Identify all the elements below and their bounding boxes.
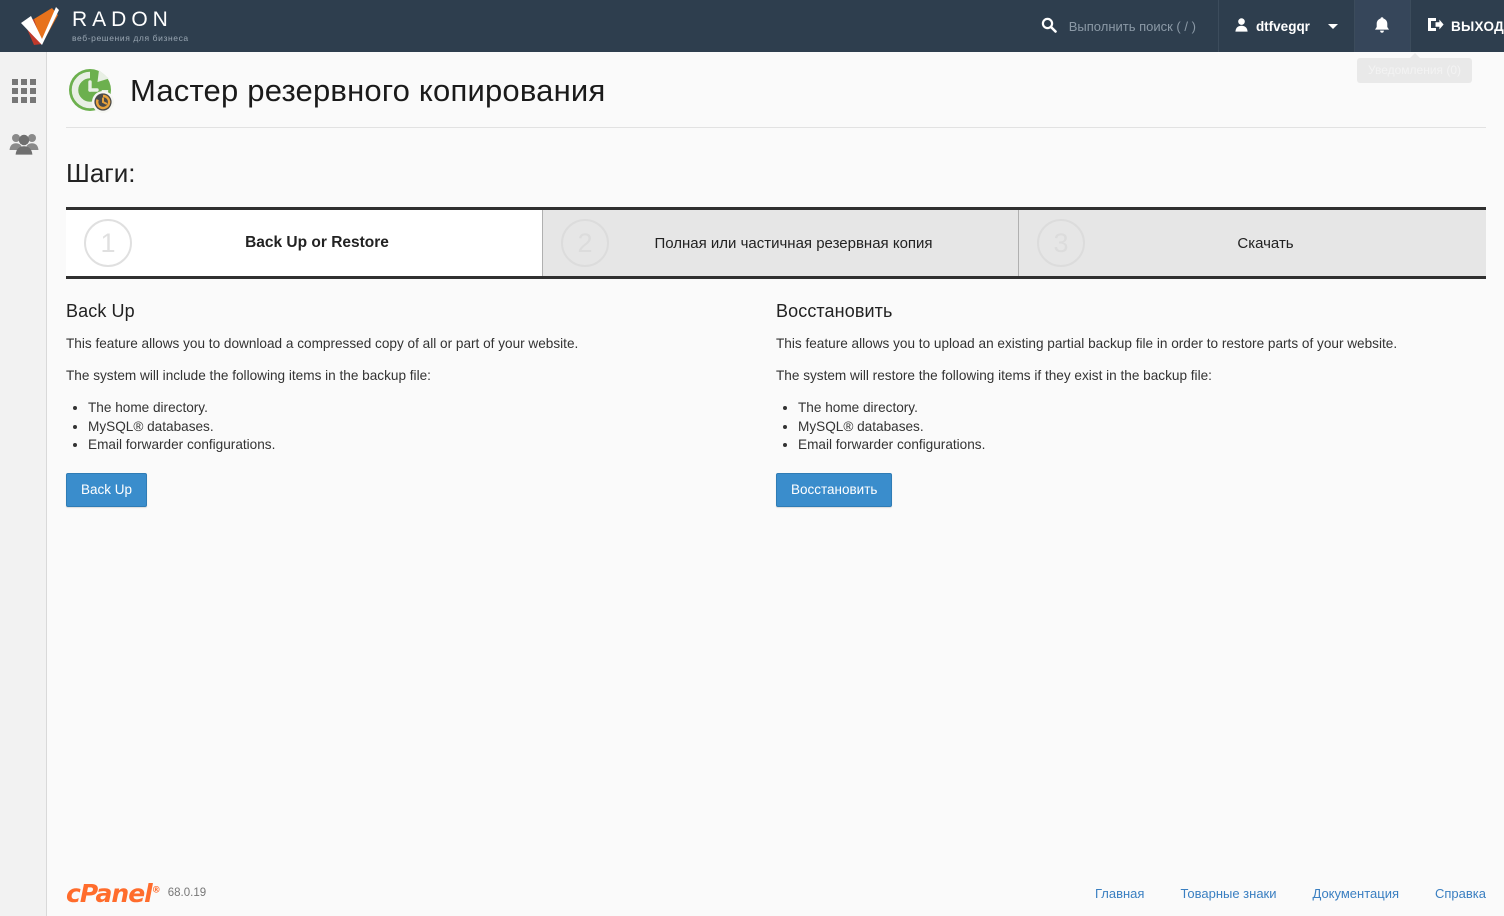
notifications-button[interactable]	[1353, 0, 1410, 52]
restore-intro: This feature allows you to upload an exi…	[776, 336, 1398, 351]
restore-panel: Восстановить This feature allows you to …	[776, 301, 1486, 508]
footer-link-documentation[interactable]: Документация	[1313, 886, 1400, 901]
step-2-label: Полная или частичная резервная копия	[654, 234, 933, 252]
back-up-button[interactable]: Back Up	[66, 473, 148, 508]
search-input-placeholder: Выполнить поиск ( / )	[1068, 18, 1196, 34]
step-2-number: 2	[561, 219, 609, 267]
step-1-label: Back Up or Restore	[245, 234, 389, 251]
content-columns: Back Up This feature allows you to downl…	[48, 279, 1504, 508]
footer-link-trademarks[interactable]: Товарные знаки	[1180, 886, 1276, 901]
step-1-number: 1	[84, 219, 132, 267]
user-menu[interactable]: dtfvegqr	[1217, 0, 1354, 52]
list-item: Email forwarder configurations.	[798, 436, 1458, 455]
page-title: Мастер резервного копирования	[130, 73, 606, 108]
brand-name: RADON	[72, 7, 173, 31]
steps-heading: Шаги:	[66, 158, 136, 188]
username-label: dtfvegqr	[1255, 18, 1310, 34]
list-item: MySQL® databases.	[88, 418, 748, 437]
backup-heading: Back Up	[66, 301, 135, 321]
brand-tagline: веб-решения для бизнеса	[72, 32, 189, 43]
left-sidebar	[0, 52, 47, 916]
steps-bar: 1 Back Up or Restore 2 Полная или частич…	[66, 207, 1486, 279]
list-item: The home directory.	[798, 399, 1458, 418]
restore-heading: Восстановить	[776, 301, 893, 321]
search-box[interactable]: Выполнить поиск ( / )	[1023, 0, 1218, 52]
restore-item-list: The home directory. MySQL® databases. Em…	[798, 399, 1458, 455]
bell-icon	[1374, 16, 1390, 37]
list-item: MySQL® databases.	[798, 418, 1458, 437]
radon-checkmark-icon	[18, 6, 62, 46]
top-bar: RADON веб-решения для бизнеса Выполнить …	[0, 0, 1504, 52]
cpanel-logo: cPanel®	[66, 878, 161, 908]
step-3[interactable]: 3 Скачать	[1018, 210, 1486, 276]
restore-list-intro: The system will restore the following it…	[776, 368, 1212, 384]
backup-wizard-icon	[66, 66, 116, 116]
restore-button[interactable]: Восстановить	[776, 473, 893, 508]
sidebar-item-users[interactable]	[0, 118, 47, 172]
footer-link-home[interactable]: Главная	[1095, 886, 1144, 901]
logout-button[interactable]: ВЫХОД	[1409, 0, 1504, 52]
main-content: Мастер резервного копирования Шаги: 1 Ba…	[48, 52, 1504, 916]
brand-logo-block[interactable]: RADON веб-решения для бизнеса	[0, 6, 189, 46]
footer-link-help[interactable]: Справка	[1435, 886, 1486, 901]
logout-icon	[1427, 17, 1444, 35]
registered-mark: ®	[151, 885, 161, 896]
chevron-down-icon	[1327, 23, 1338, 29]
sidebar-item-apps[interactable]	[0, 64, 47, 118]
grid-icon	[11, 79, 36, 103]
step-1[interactable]: 1 Back Up or Restore	[66, 210, 542, 276]
cpanel-logo-text: cPanel	[66, 878, 153, 908]
cpanel-version: 68.0.19	[167, 887, 207, 899]
footer-links: Главная Товарные знаки Документация Спра…	[1059, 886, 1486, 901]
top-nav: Выполнить поиск ( / ) dtfvegqr ВЫХОД	[1023, 0, 1504, 52]
user-icon	[1235, 17, 1248, 35]
backup-item-list: The home directory. MySQL® databases. Em…	[88, 399, 748, 455]
users-icon	[9, 131, 39, 160]
list-item: Email forwarder configurations.	[88, 436, 748, 455]
backup-panel: Back Up This feature allows you to downl…	[66, 301, 776, 508]
step-3-label: Скачать	[1237, 234, 1294, 252]
notifications-tooltip: Уведомления (0)	[1357, 53, 1473, 83]
step-3-number: 3	[1037, 219, 1085, 267]
backup-intro: This feature allows you to download a co…	[66, 336, 579, 351]
list-item: The home directory.	[88, 399, 748, 418]
logout-label: ВЫХОД	[1450, 18, 1504, 34]
step-2[interactable]: 2 Полная или частичная резервная копия	[542, 210, 1018, 276]
page-header: Мастер резервного копирования	[48, 52, 1504, 116]
search-icon	[1041, 17, 1057, 36]
backup-list-intro: The system will include the following it…	[66, 368, 431, 384]
footer: cPanel® 68.0.19 Главная Товарные знаки Д…	[48, 870, 1504, 916]
